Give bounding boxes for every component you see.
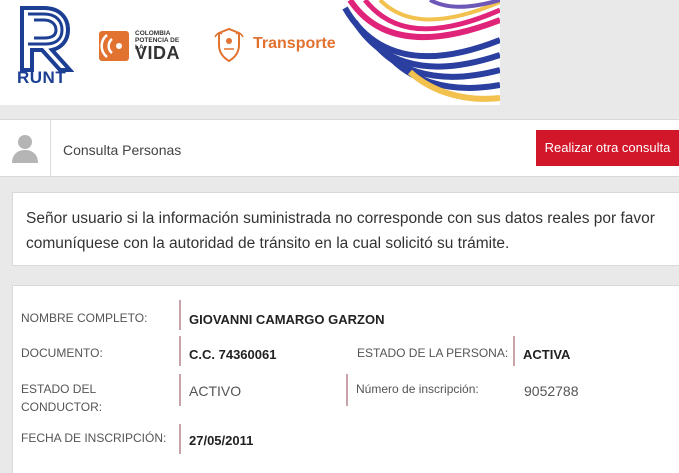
crest-icon (214, 27, 244, 63)
separator (179, 374, 181, 406)
separator (179, 424, 181, 454)
colombia-potencia-logo: COLOMBIA POTENCIA DE LA VIDA (99, 28, 189, 64)
separator (179, 300, 181, 330)
documento-label: DOCUMENTO: (21, 346, 103, 360)
colombia-signal-icon (99, 31, 129, 61)
separator (513, 336, 515, 366)
estado-conductor-label: ESTADO DEL CONDUCTOR: (21, 380, 102, 416)
decorative-swoosh-graphic (340, 0, 500, 105)
runt-logo-text: RUNT (17, 68, 67, 87)
user-avatar-icon (12, 135, 38, 163)
estado-conductor-value: ACTIVO (189, 383, 242, 399)
colombia-vida-text: VIDA (135, 43, 181, 63)
nombre-label: NOMBRE COMPLETO: (21, 311, 148, 325)
nombre-value: GIOVANNI CAMARGO GARZON (189, 312, 385, 327)
separator (179, 336, 181, 366)
estado-conductor-label-line-1: ESTADO DEL (21, 382, 97, 396)
notice-text: Señor usuario si la información suminist… (26, 210, 655, 252)
page-title: Consulta Personas (63, 142, 182, 158)
header-banner: RUNT COLOMBIA POTENCIA DE LA VIDA Transp… (0, 0, 500, 105)
fecha-inscripcion-value: 27/05/2011 (189, 433, 254, 448)
estado-persona-value: ACTIVA (523, 347, 571, 362)
numero-inscripcion-label: Número de inscripción: (356, 382, 479, 396)
bar-divider (50, 120, 51, 177)
new-query-button[interactable]: Realizar otra consulta (536, 130, 679, 166)
separator (346, 374, 348, 406)
transporte-text: Transporte (253, 35, 336, 52)
numero-inscripcion-value: 9052788 (524, 383, 579, 399)
estado-persona-label: ESTADO DE LA PERSONA: (357, 346, 509, 360)
documento-value: C.C. 74360061 (189, 347, 277, 362)
colombia-line-1: COLOMBIA (135, 30, 171, 37)
consult-header-bar: Consulta Personas Realizar otra consulta (0, 119, 679, 177)
person-details-card: NOMBRE COMPLETO: GIOVANNI CAMARGO GARZON… (12, 285, 679, 473)
fecha-inscripcion-label: FECHA DE INSCRIPCIÓN: (21, 431, 167, 445)
estado-conductor-label-line-2: CONDUCTOR: (21, 400, 103, 414)
banner-background-right (500, 0, 679, 105)
notice-box: Señor usuario si la información suminist… (12, 192, 679, 266)
